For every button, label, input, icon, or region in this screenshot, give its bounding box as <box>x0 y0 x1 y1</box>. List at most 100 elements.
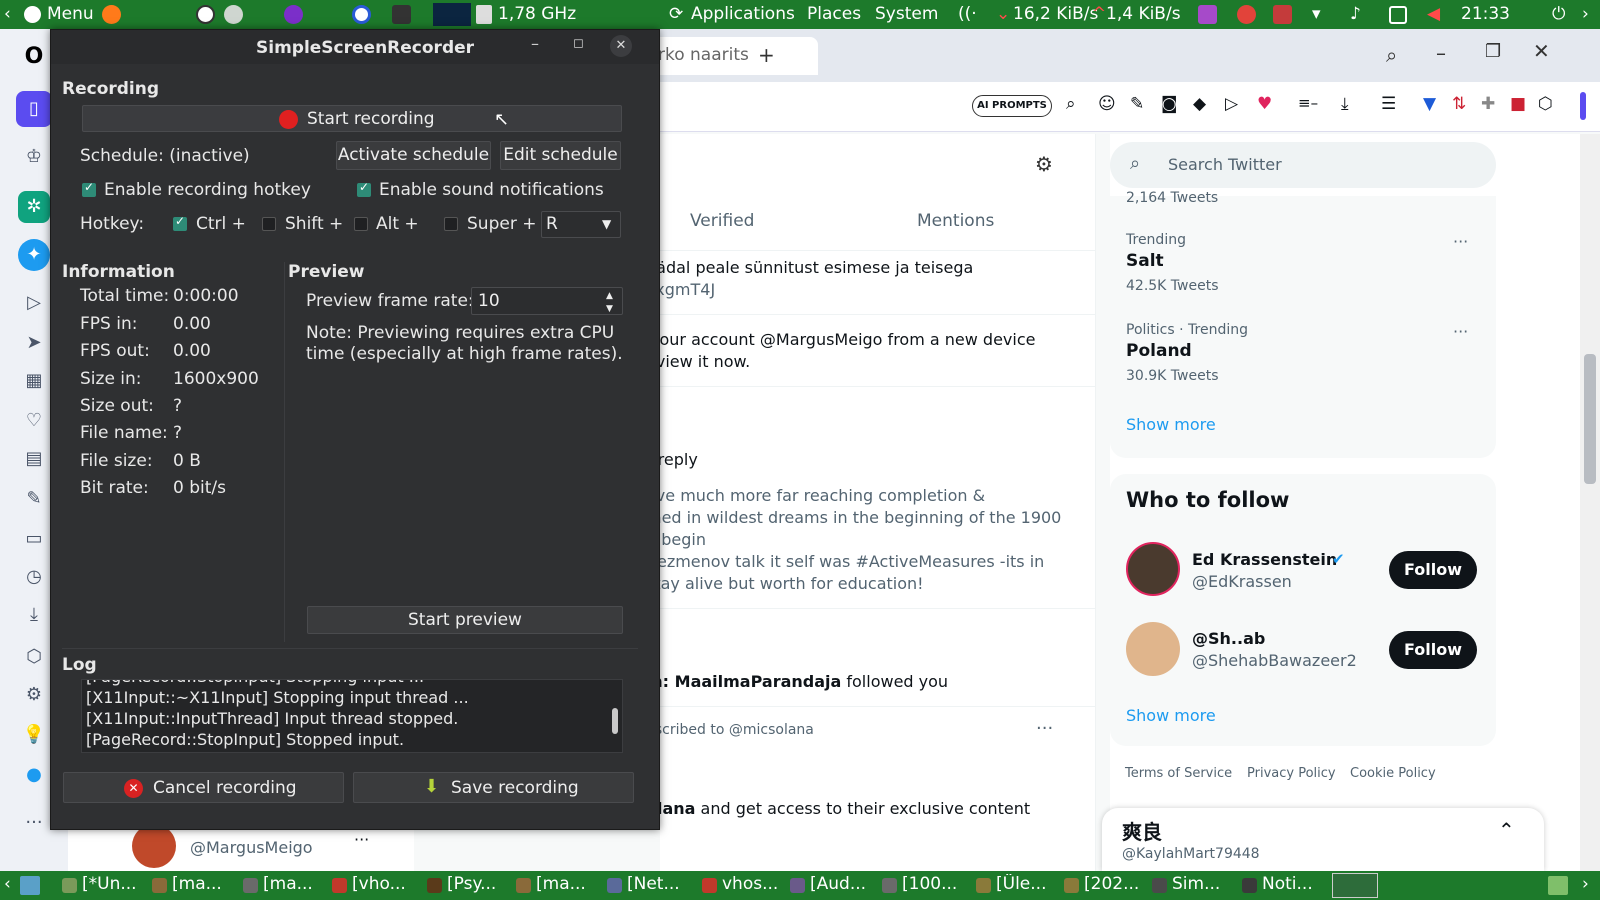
terms-link[interactable]: Terms of Service <box>1125 766 1232 781</box>
log-scrollbar[interactable] <box>612 708 618 734</box>
save-recording-button[interactable]: ⬇ Save recording <box>353 772 634 803</box>
messages-drawer[interactable]: 爽良 @KaylahMart79448 ⌃ <box>1102 808 1544 871</box>
active-taskbar-item[interactable] <box>1332 873 1378 898</box>
taskbar-item[interactable]: [Aud... <box>788 874 876 898</box>
emoji-icon[interactable]: ☺ <box>1098 94 1116 114</box>
super-checkbox[interactable] <box>444 217 458 231</box>
system-menu[interactable]: System <box>875 4 938 24</box>
trend-more-icon[interactable]: ··· <box>1453 232 1468 251</box>
workspace-switcher-icon[interactable] <box>1548 876 1568 895</box>
taskbar-left-arrow-icon[interactable]: ‹ <box>4 874 11 894</box>
privacy-link[interactable]: Privacy Policy <box>1247 766 1336 781</box>
avatar[interactable] <box>1126 622 1180 676</box>
favorite-heart-icon[interactable]: ♥ <box>1257 94 1272 114</box>
maximize-icon[interactable]: ◻ <box>573 36 584 51</box>
scrollbar-thumb[interactable] <box>1584 354 1596 484</box>
hotkey-key-select[interactable]: R ▼ <box>541 211 621 238</box>
close-browser-icon[interactable]: ✕ <box>1533 39 1550 63</box>
taskbar-right-arrow-icon[interactable]: › <box>1582 874 1589 894</box>
avatar[interactable] <box>1126 542 1180 596</box>
search-box[interactable]: ⌕ Search Twitter <box>1110 142 1496 188</box>
enable-sound-checkbox[interactable] <box>357 180 371 197</box>
clock[interactable]: 21:33 <box>1461 4 1510 24</box>
alt-checkbox[interactable] <box>354 217 368 231</box>
taskbar-item[interactable]: [*Un... <box>60 874 148 898</box>
opera-logo-icon[interactable]: O <box>22 45 46 69</box>
follow-button[interactable]: Follow <box>1389 551 1477 589</box>
news-icon[interactable]: ▤ <box>22 447 46 471</box>
send-page-icon[interactable]: ▷ <box>1225 94 1238 114</box>
extension-red-icon[interactable]: ■ <box>1510 94 1526 114</box>
new-tab-icon[interactable]: + <box>758 43 775 67</box>
zoom-icon[interactable]: ⌕ <box>1066 94 1076 114</box>
notification-link[interactable]: oxgmT4J <box>660 280 715 299</box>
extension-list-icon[interactable]: ≡– <box>1298 94 1318 112</box>
close-icon[interactable]: ✕ <box>610 35 632 57</box>
shift-checkbox[interactable] <box>262 217 276 231</box>
trend-name[interactable]: Salt <box>1126 251 1164 271</box>
easy-setup-icon[interactable]: ☰ <box>1381 94 1396 114</box>
spin-down-icon[interactable]: ▼ <box>606 296 613 322</box>
trend-more-icon[interactable]: ··· <box>1453 322 1468 341</box>
more-options-icon[interactable]: ··· <box>1036 718 1053 739</box>
opera-icon[interactable] <box>352 5 371 24</box>
settings-gear-icon[interactable] <box>224 5 243 24</box>
cancel-recording-button[interactable]: ✕ Cancel recording <box>63 772 344 803</box>
firefox-icon[interactable] <box>102 5 121 24</box>
account-switcher[interactable]: @MargusMeigo ··· <box>68 824 414 871</box>
workspace-icon[interactable]: ▯ <box>16 91 52 127</box>
trend-name[interactable]: Poland <box>1126 341 1192 361</box>
send-icon[interactable]: ➤ <box>22 331 46 355</box>
edit-schedule-button[interactable]: Edit schedule <box>500 141 621 170</box>
expand-messages-icon[interactable]: ⌃ <box>1498 818 1515 842</box>
extension-v-icon[interactable]: ▼ <box>1423 94 1436 114</box>
tab-search-icon[interactable]: ⌕ <box>1386 43 1397 67</box>
taskbar-item[interactable]: [ma... <box>150 874 238 898</box>
taskbar-item[interactable]: [ma... <box>241 874 329 898</box>
wifi-icon[interactable]: ▾ <box>1312 4 1321 24</box>
page-scrollbar[interactable] <box>1580 134 1600 871</box>
taskbar-item[interactable]: [ma... <box>514 874 602 898</box>
taskbar-item[interactable]: Noti... <box>1240 874 1340 898</box>
tray-browser-icon[interactable] <box>1237 5 1256 24</box>
sidebar-toggle[interactable] <box>1580 92 1586 120</box>
notifications-bell-icon[interactable]: ♪ <box>1350 4 1361 24</box>
taskbar-item[interactable]: [Net... <box>605 874 693 898</box>
tab-title[interactable]: rko naarits <box>658 45 749 65</box>
panel-right-arrow-icon[interactable]: › <box>1582 4 1589 24</box>
taskbar-item[interactable]: [vho... <box>330 874 418 898</box>
account-more-icon[interactable]: ··· <box>354 830 369 849</box>
camera-icon[interactable]: ◙ <box>1161 94 1178 114</box>
tray-app-icon[interactable] <box>1198 5 1217 24</box>
taskbar-item[interactable]: [202... <box>1062 874 1150 898</box>
start-preview-button[interactable]: Start preview <box>307 606 623 634</box>
history-icon[interactable]: ◷ <box>22 565 46 589</box>
solana-name[interactable]: olana <box>660 799 695 818</box>
apps-grid-icon[interactable]: ▦ <box>22 369 46 393</box>
tray-close-icon[interactable] <box>1273 5 1292 24</box>
activate-schedule-button[interactable]: Activate schedule <box>336 141 491 170</box>
heart-icon[interactable]: ♡ <box>22 409 46 433</box>
follow-button[interactable]: Follow <box>1389 631 1477 669</box>
show-more-trends-link[interactable]: Show more <box>1126 415 1216 434</box>
tab-mentions[interactable]: Mentions <box>917 211 994 231</box>
taskbar-item[interactable]: vhos... <box>700 874 788 898</box>
taskbar-item[interactable]: Sim... <box>1150 874 1238 898</box>
login-notification-line-2[interactable]: eview it now. <box>660 352 750 371</box>
notification-settings-icon[interactable]: ⚙ <box>1035 152 1053 176</box>
lightbulb-icon[interactable]: 💡 <box>22 723 46 747</box>
more-icon[interactable]: ··· <box>22 811 46 835</box>
chatgpt-icon[interactable]: ✲ <box>18 191 50 223</box>
title-bar[interactable]: SimpleScreenRecorder – ◻ ✕ <box>51 30 659 64</box>
battery-icon[interactable] <box>1389 6 1407 24</box>
follow-name[interactable]: Ed Krassenstein <box>1192 550 1337 569</box>
extension-arrows-icon[interactable]: ⇅ <box>1452 94 1466 114</box>
crown-icon[interactable]: ♔ <box>22 145 46 169</box>
log-textarea[interactable]: [PageRecord::StopInput] Stopping input .… <box>81 679 623 753</box>
show-more-follow-link[interactable]: Show more <box>1126 706 1216 725</box>
tab-verified[interactable]: Verified <box>690 211 754 231</box>
shield-icon[interactable]: ◆ <box>1193 94 1206 114</box>
sidebar-settings-icon[interactable]: ⚙ <box>22 683 46 707</box>
toolbar-download-icon[interactable]: ⤓ <box>1341 94 1349 114</box>
player-icon[interactable]: ▷ <box>22 291 46 315</box>
